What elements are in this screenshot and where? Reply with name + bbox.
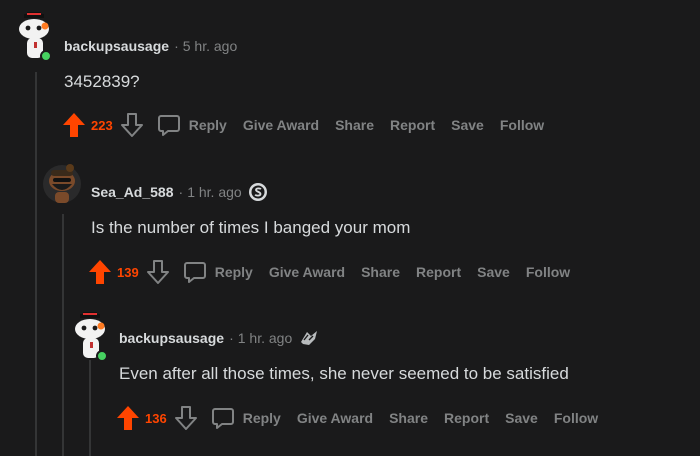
thread-line-root[interactable] [35,72,37,456]
save-button[interactable]: Save [451,117,484,133]
snoo-coin-flair [248,182,268,202]
award-flair [298,328,320,348]
upvote-arrow-icon [117,406,139,430]
give-award-button[interactable]: Give Award [269,264,345,280]
vote-score: 139 [117,264,139,280]
downvote-arrow-icon [174,406,197,430]
meta-separator: · [174,38,179,54]
username[interactable]: backupsausage [64,38,169,54]
online-status-icon [96,350,108,362]
share-button[interactable]: Share [335,117,374,133]
reply-label: Reply [214,264,253,280]
reply-button[interactable]: Reply [211,406,281,430]
downvote-button[interactable] [145,259,171,285]
share-button[interactable]: Share [361,264,400,280]
snoo-coin-flair-icon [248,183,267,201]
comment-body: 3452839? [64,72,140,91]
give-award-button[interactable]: Give Award [297,410,373,426]
follow-button[interactable]: Follow [526,264,570,280]
follow-button[interactable]: Follow [554,410,598,426]
comment-meta: Sea_Ad_588 · 1 hr. ago [91,182,268,202]
online-status-icon [40,50,52,62]
meta-separator: · [178,184,184,200]
timestamp[interactable]: 1 hr. ago [187,184,242,200]
report-button[interactable]: Report [416,264,461,280]
downvote-arrow-icon [120,113,143,137]
downvote-button[interactable] [119,112,145,138]
upvote-arrow-icon [63,113,85,137]
vote-score: 136 [145,410,167,426]
follow-button[interactable]: Follow [500,117,544,133]
comment-meta: backupsausage · 5 hr. ago [64,36,237,56]
upvote-arrow-icon [89,260,111,284]
share-button[interactable]: Share [389,410,428,426]
timestamp[interactable]: 1 hr. ago [238,330,293,346]
comment-bubble-icon [211,408,234,429]
downvote-arrow-icon [146,260,169,284]
comment-body: Is the number of times I banged your mom [91,218,411,237]
award-flair-icon [301,331,318,345]
thread-line-level-3[interactable] [89,360,91,456]
reply-label: Reply [242,410,281,426]
avatar[interactable] [14,12,54,62]
timestamp[interactable]: 5 hr. ago [183,38,238,54]
comment-meta: backupsausage · 1 hr. ago [119,328,320,348]
meta-separator: · [229,330,234,346]
username[interactable]: Sea_Ad_588 [91,184,174,200]
report-button[interactable]: Report [390,117,435,133]
upvote-button[interactable] [115,405,141,431]
save-button[interactable]: Save [505,410,538,426]
snoo-avatar-icon [43,164,81,203]
username[interactable]: backupsausage [119,330,224,346]
avatar[interactable] [42,164,82,208]
upvote-button[interactable] [87,259,113,285]
thread-line-level-2[interactable] [62,214,64,456]
reply-button[interactable]: Reply [183,260,253,284]
comment-bubble-icon [157,115,180,136]
report-button[interactable]: Report [444,410,489,426]
comment-actions: 136 Reply Give Award Share Report Save F… [115,404,598,432]
comment-bubble-icon [183,262,206,283]
reply-label: Reply [188,117,227,133]
downvote-button[interactable] [173,405,199,431]
avatar[interactable] [70,312,110,362]
upvote-button[interactable] [61,112,87,138]
comment-body: Even after all those times, she never se… [119,364,569,383]
vote-score: 223 [91,117,113,133]
reply-button[interactable]: Reply [157,113,227,137]
comment-actions: 223 Reply Give Award Share Report Save F… [61,111,544,139]
save-button[interactable]: Save [477,264,510,280]
give-award-button[interactable]: Give Award [243,117,319,133]
comment-actions: 139 Reply Give Award Share Report Save F… [87,258,570,286]
